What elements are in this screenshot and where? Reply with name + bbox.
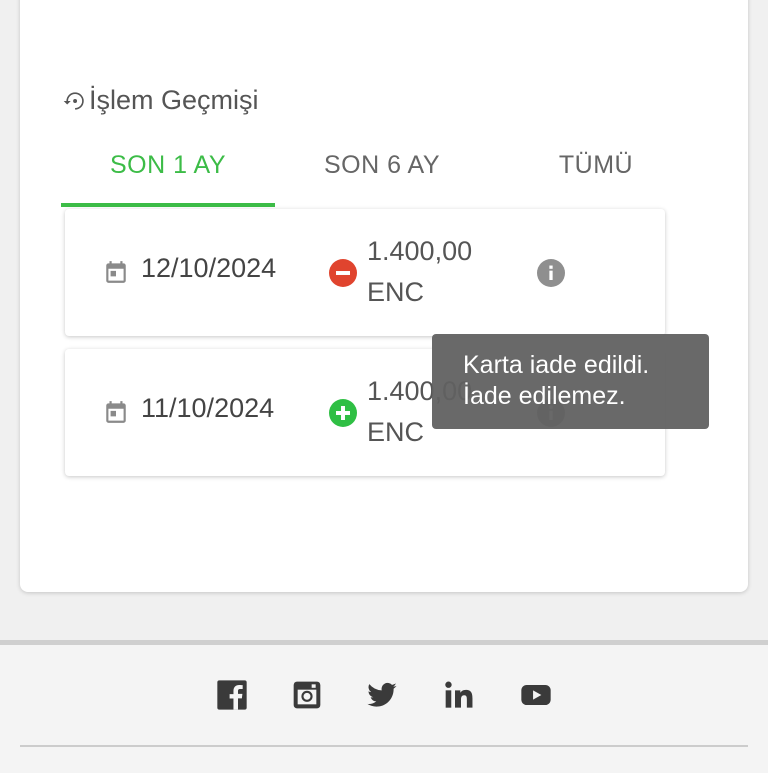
section-title: İşlem Geçmişi (61, 85, 259, 116)
linkedin-icon[interactable] (443, 679, 475, 711)
info-icon[interactable] (537, 259, 565, 287)
tab-all[interactable]: TÜMÜ (489, 125, 703, 205)
tab-last-6-months[interactable]: SON 6 AY (275, 125, 489, 205)
facebook-icon[interactable] (216, 679, 248, 711)
active-tab-indicator (61, 203, 275, 207)
plus-circle-icon (329, 399, 357, 427)
tooltip-line-2: İade edilemez. (463, 382, 626, 410)
section-title-text: İşlem Geçmişi (89, 85, 259, 115)
info-tooltip: Karta iade edildi. İade edilemez. (432, 334, 709, 429)
calendar-icon (106, 401, 126, 423)
period-tabs: SON 1 AY SON 6 AY TÜMÜ (61, 125, 701, 208)
minus-circle-icon (329, 259, 357, 287)
history-icon (63, 91, 84, 110)
amount-currency: ENC (367, 277, 425, 307)
transaction-amount: 1.400,00 ENC (367, 231, 472, 313)
transaction-date: 12/10/2024 (141, 253, 277, 283)
footer-divider (20, 745, 748, 747)
amount-value: 1.400,00 (367, 236, 473, 266)
transaction-date: 11/10/2024 (141, 393, 275, 423)
tooltip-line-1: Karta iade edildi. (463, 351, 650, 379)
footer (0, 640, 768, 773)
youtube-icon[interactable] (520, 679, 552, 711)
calendar-icon (106, 261, 126, 283)
twitter-icon[interactable] (366, 679, 398, 711)
instagram-icon[interactable] (291, 679, 323, 711)
tab-last-1-month[interactable]: SON 1 AY (61, 125, 275, 205)
social-links (0, 679, 768, 713)
transaction-row: 12/10/2024 1.400,00 ENC (65, 209, 665, 336)
